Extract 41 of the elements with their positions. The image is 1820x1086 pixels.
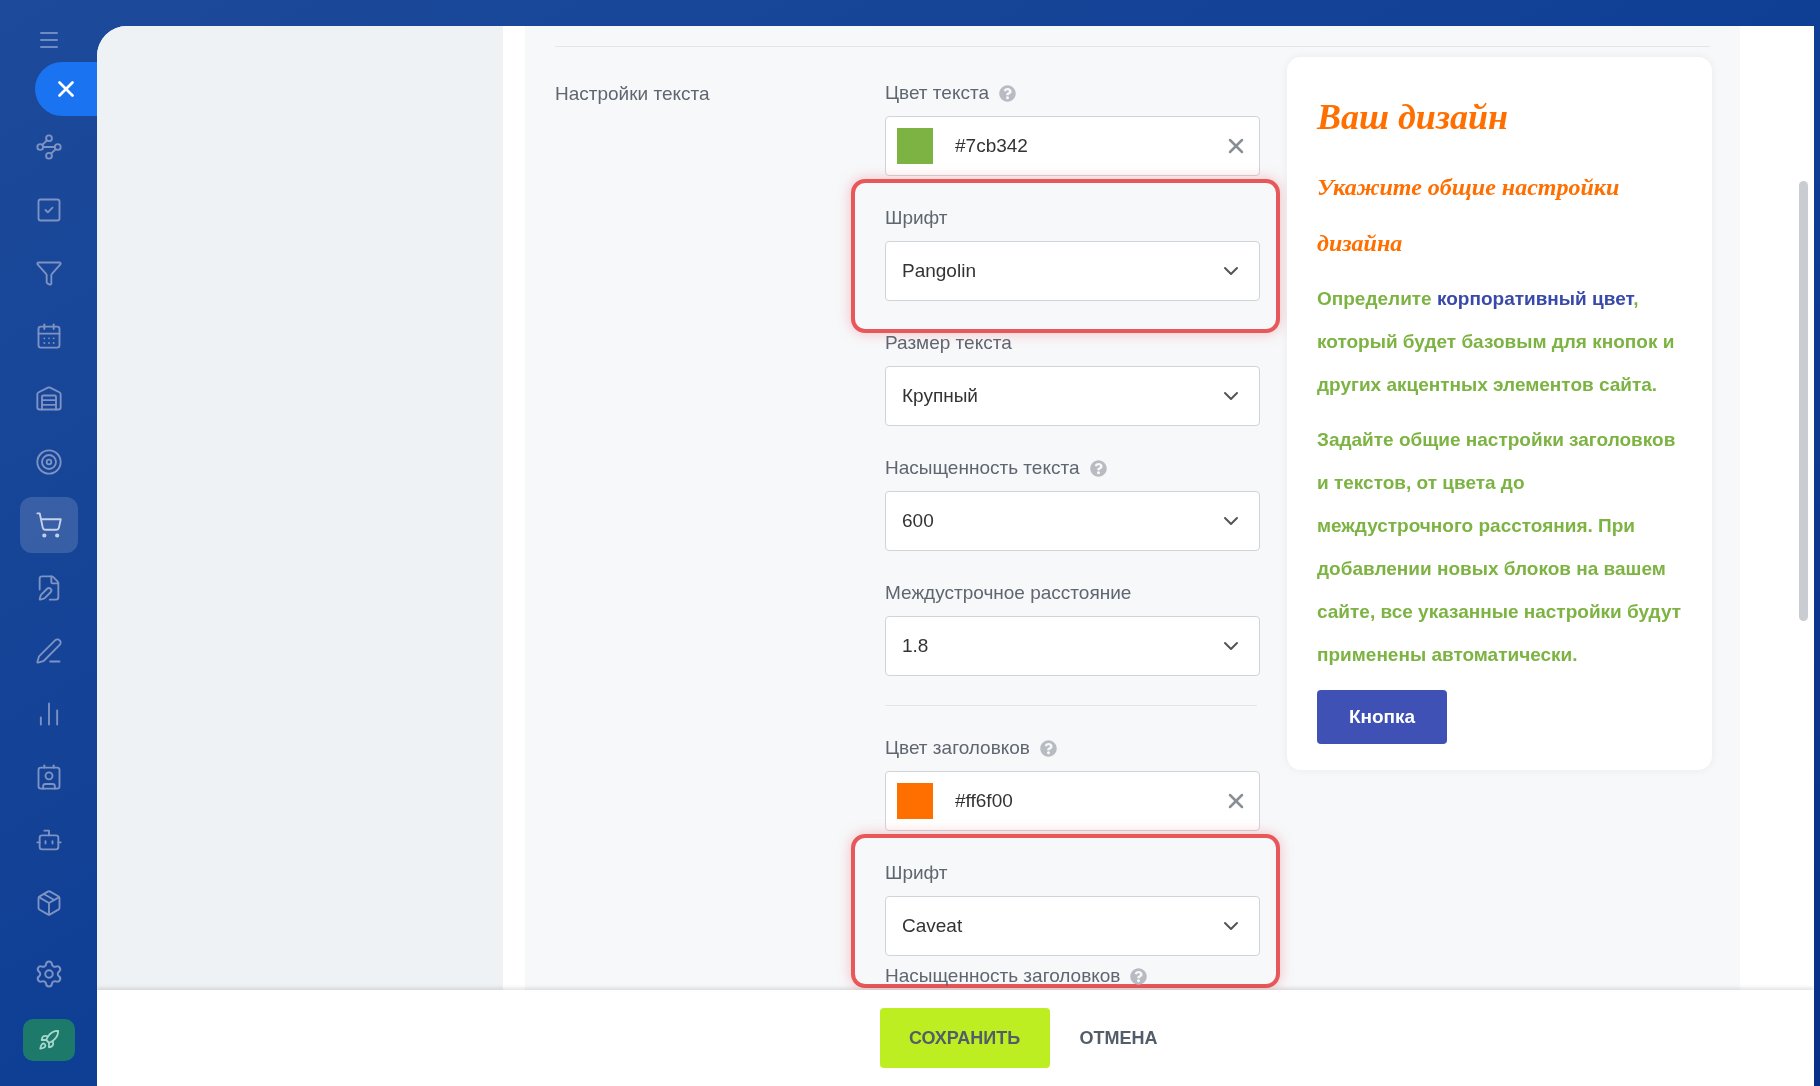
preview-paragraph: Задайте общие настройки заголовков и текстов, от цвета до междустрочного расстояния. При добавлении новых блоков на вашем сайте, все указанные настройки будут применены автоматически. bbox=[1317, 428, 1682, 667]
preview-button[interactable]: Кнопка bbox=[1317, 690, 1447, 744]
color-input[interactable]: #ff6f00 bbox=[885, 771, 1260, 831]
help-icon[interactable] bbox=[1089, 459, 1107, 477]
field-label: Насыщенность текста bbox=[885, 455, 1080, 480]
help-icon[interactable] bbox=[1039, 739, 1057, 757]
select-field[interactable]: Крупный bbox=[885, 366, 1260, 426]
preview-subtitle: Укажите общие настройки дизайна bbox=[1317, 173, 1621, 258]
color-value: #7cb342 bbox=[955, 133, 1029, 158]
help-icon[interactable] bbox=[1130, 967, 1148, 985]
pen-icon bbox=[34, 637, 63, 665]
corporate-color-link[interactable]: корпоративный цвет bbox=[1436, 288, 1634, 309]
cancel-button[interactable]: ОТМЕНА bbox=[1075, 1008, 1162, 1068]
field-label: Цвет текста bbox=[885, 80, 989, 105]
field-label: Цвет заголовков bbox=[885, 735, 1030, 760]
rocket-icon bbox=[37, 1029, 60, 1051]
select-field[interactable]: Pangolin bbox=[885, 241, 1260, 301]
field-label: Насыщенность заголовков bbox=[885, 963, 1121, 988]
field-label: Размер текста bbox=[885, 330, 1012, 355]
section-label: Настройки текста bbox=[555, 83, 710, 104]
sidebar-item[interactable] bbox=[19, 497, 78, 553]
save-button[interactable]: СОХРАНИТЬ bbox=[879, 1008, 1050, 1068]
funnel-icon bbox=[34, 259, 63, 287]
target-icon bbox=[34, 448, 63, 476]
preview-paragraph: Определите корпоративный цвет, который будет базовым для кнопок и других акцентных элементов сайта. bbox=[1317, 287, 1676, 397]
rocket-button[interactable] bbox=[22, 1019, 75, 1061]
preview-title: Ваш дизайн bbox=[1317, 96, 1509, 139]
select-field[interactable]: 1.8 bbox=[885, 616, 1260, 676]
color-value: #ff6f00 bbox=[955, 788, 1014, 813]
field-label: Шрифт bbox=[885, 205, 948, 230]
color-input[interactable]: #7cb342 bbox=[885, 116, 1260, 176]
select-field[interactable]: Caveat bbox=[885, 896, 1260, 956]
cart-icon bbox=[34, 511, 63, 539]
scrollbar-thumb[interactable] bbox=[1799, 181, 1808, 621]
warehouse-icon bbox=[34, 385, 63, 413]
select-field[interactable]: 600 bbox=[885, 491, 1260, 551]
nodes-icon bbox=[34, 133, 63, 161]
close-button[interactable] bbox=[35, 62, 97, 116]
field-label: Шрифт bbox=[885, 860, 948, 885]
help-icon[interactable] bbox=[999, 84, 1016, 102]
field-label: Междустрочное расстояние bbox=[885, 580, 1132, 605]
